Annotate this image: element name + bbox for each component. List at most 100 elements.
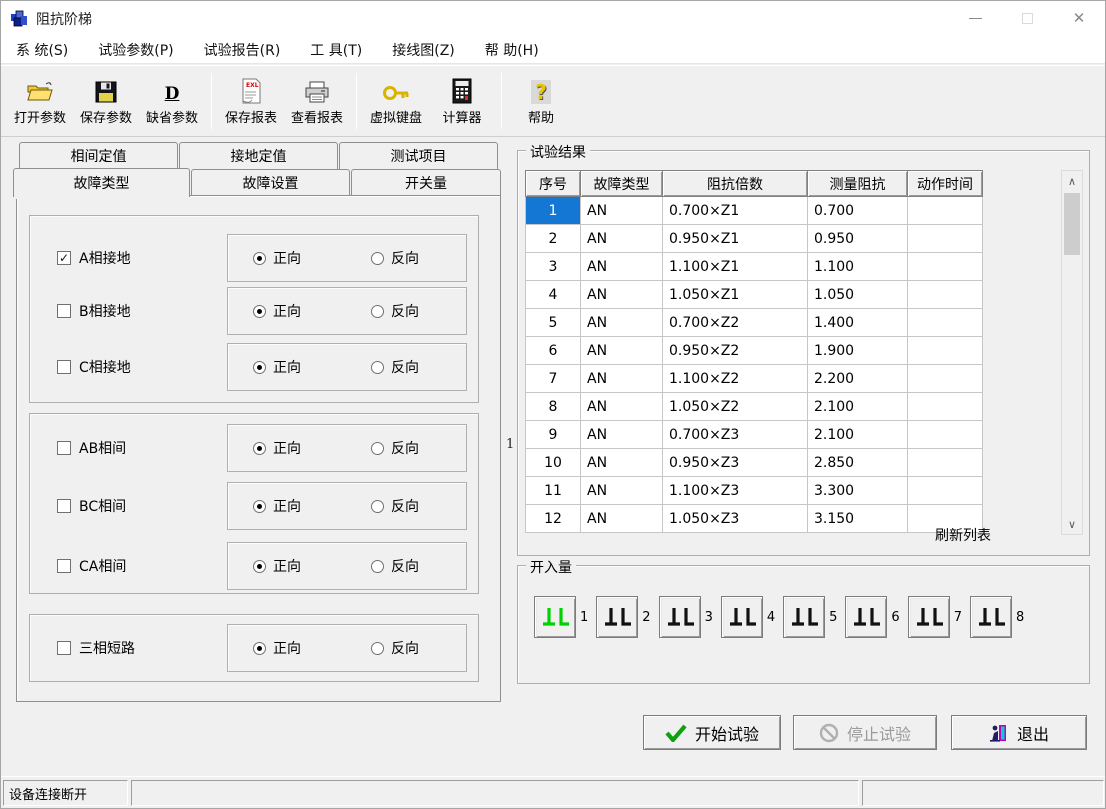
toolbar-key-button[interactable]: 虚拟键盘 [363,70,429,132]
result-cell[interactable]: 1.400 [808,309,908,337]
unchecked-checkbox-icon[interactable] [57,304,71,318]
result-cell[interactable]: 3.300 [808,477,908,505]
checkbox-BC相间[interactable]: BC相间 [57,496,227,516]
result-cell[interactable] [908,225,983,253]
unchecked-checkbox-icon[interactable] [57,441,71,455]
result-cell[interactable]: AN [581,225,663,253]
result-cell[interactable]: AN [581,253,663,281]
switch-contact-button-2[interactable] [596,596,638,638]
toolbar-open-folder-button[interactable]: 打开参数 [7,70,73,132]
result-cell[interactable]: AN [581,309,663,337]
toolbar-default-d-button[interactable]: D缺省参数 [139,70,205,132]
unchecked-checkbox-icon[interactable] [57,360,71,374]
result-cell[interactable]: 1.050 [808,281,908,309]
table-row[interactable]: 12AN1.050×Z33.150 [526,505,983,533]
result-cell[interactable] [908,281,983,309]
scroll-up-icon[interactable]: ∧ [1062,171,1082,191]
switch-contact-button-6[interactable] [845,596,887,638]
results-column-header[interactable]: 动作时间 [908,171,983,197]
row-number-cell[interactable]: 2 [526,225,581,253]
row-number-cell[interactable]: 3 [526,253,581,281]
result-cell[interactable]: 1.100 [808,253,908,281]
result-cell[interactable] [908,197,983,225]
toolbar-help-button[interactable]: ?帮助 [508,70,574,132]
radio-selected-icon[interactable] [253,305,266,318]
result-cell[interactable]: 1.100×Z1 [663,253,808,281]
table-row[interactable]: 5AN0.700×Z21.400 [526,309,983,337]
exit-button[interactable]: 退出 [951,715,1087,750]
result-cell[interactable] [908,393,983,421]
result-cell[interactable]: AN [581,197,663,225]
checkbox-三相短路[interactable]: 三相短路 [57,638,227,658]
row-number-cell[interactable]: 5 [526,309,581,337]
result-cell[interactable]: 2.200 [808,365,908,393]
radio-selected-icon[interactable] [253,500,266,513]
minimize-button[interactable] [949,1,1001,36]
table-row[interactable]: 6AN0.950×Z21.900 [526,337,983,365]
menu-item-1[interactable]: 系 统(S) [1,36,83,63]
switch-contact-button-4[interactable] [721,596,763,638]
menu-item-6[interactable]: 帮 助(H) [470,36,554,63]
results-scrollbar[interactable]: ∧ ∨ [1061,170,1083,535]
maximize-button[interactable] [1001,1,1053,36]
result-cell[interactable] [908,365,983,393]
radio-unselected-icon[interactable] [371,642,384,655]
result-cell[interactable]: 0.700×Z3 [663,421,808,449]
row-number-cell[interactable]: 10 [526,449,581,477]
switch-contact-button-1[interactable] [534,596,576,638]
result-cell[interactable]: 0.950×Z2 [663,337,808,365]
radio-unselected-icon[interactable] [371,560,384,573]
table-row[interactable]: 8AN1.050×Z22.100 [526,393,983,421]
radio-selected-icon[interactable] [253,252,266,265]
row-number-cell[interactable]: 7 [526,365,581,393]
scroll-down-icon[interactable]: ∨ [1062,514,1082,534]
radio-selected-icon[interactable] [253,361,266,374]
results-column-header[interactable]: 阻抗倍数 [663,171,808,197]
result-cell[interactable]: 0.950 [808,225,908,253]
row-number-cell[interactable]: 1 [526,197,581,225]
result-cell[interactable] [908,309,983,337]
result-cell[interactable]: AN [581,393,663,421]
result-cell[interactable]: AN [581,337,663,365]
row-number-cell[interactable]: 6 [526,337,581,365]
result-cell[interactable]: AN [581,449,663,477]
menu-item-5[interactable]: 接线图(Z) [377,36,470,63]
tab-接地定值[interactable]: 接地定值 [179,142,338,169]
radio-forward[interactable]: 正向 [253,248,301,268]
result-cell[interactable]: 1.100×Z2 [663,365,808,393]
radio-reverse[interactable]: 反向 [371,556,419,576]
menu-item-4[interactable]: 工 具(T) [295,36,377,63]
radio-forward[interactable]: 正向 [253,638,301,658]
radio-unselected-icon[interactable] [371,252,384,265]
result-cell[interactable]: 2.100 [808,393,908,421]
tab-故障设置[interactable]: 故障设置 [191,169,350,196]
unchecked-checkbox-icon[interactable] [57,559,71,573]
checkbox-A相接地[interactable]: ✓A相接地 [57,248,227,268]
radio-reverse[interactable]: 反向 [371,357,419,377]
checkbox-AB相间[interactable]: AB相间 [57,438,227,458]
toolbar-excel-report-button[interactable]: EXL保存报表 [218,70,284,132]
radio-unselected-icon[interactable] [371,361,384,374]
radio-reverse[interactable]: 反向 [371,638,419,658]
switch-contact-button-7[interactable] [908,596,950,638]
radio-reverse[interactable]: 反向 [371,301,419,321]
results-column-header[interactable]: 测量阻抗 [808,171,908,197]
radio-reverse[interactable]: 反向 [371,496,419,516]
table-row[interactable]: 7AN1.100×Z22.200 [526,365,983,393]
results-column-header[interactable]: 故障类型 [581,171,663,197]
result-cell[interactable]: 3.150 [808,505,908,533]
unchecked-checkbox-icon[interactable] [57,499,71,513]
switch-contact-button-3[interactable] [659,596,701,638]
row-number-cell[interactable]: 9 [526,421,581,449]
switch-contact-button-8[interactable] [970,596,1012,638]
row-number-cell[interactable]: 12 [526,505,581,533]
table-row[interactable]: 1AN0.700×Z10.700 [526,197,983,225]
result-cell[interactable]: 1.050×Z3 [663,505,808,533]
results-table[interactable]: 序号故障类型阻抗倍数测量阻抗动作时间1AN0.700×Z10.7002AN0.9… [525,170,983,533]
result-cell[interactable] [908,253,983,281]
row-number-cell[interactable]: 8 [526,393,581,421]
result-cell[interactable]: 0.950×Z3 [663,449,808,477]
toolbar-calculator-button[interactable]: 计算器 [429,70,495,132]
result-cell[interactable]: 1.050×Z1 [663,281,808,309]
radio-forward[interactable]: 正向 [253,301,301,321]
